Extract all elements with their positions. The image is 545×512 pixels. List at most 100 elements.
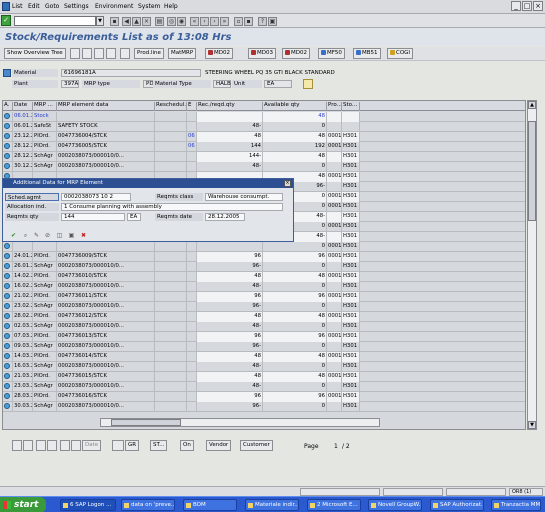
table-row[interactable]: 28.03.2006PlOrd.0047736016/STCK96960001H… (3, 392, 525, 402)
row-element-icon[interactable] (3, 282, 13, 292)
md02-button[interactable]: MD02 (205, 48, 233, 59)
find-icon[interactable]: ◎ (167, 17, 176, 26)
display-icon[interactable]: ◫ (55, 232, 64, 241)
row-element-icon[interactable] (3, 272, 13, 282)
task-materiale-indir[interactable]: Materiale indir... (245, 499, 299, 511)
col-reschedule[interactable]: Reschedul... (155, 102, 187, 111)
start-button[interactable]: start (0, 497, 46, 512)
row-element-icon[interactable] (3, 342, 13, 352)
table-row[interactable]: 23.12.2005PlOrd.0047736004/STCK064848000… (3, 132, 525, 142)
row-element-icon[interactable] (3, 132, 13, 142)
table-row[interactable]: 28.02.2006PlOrd.0047736012/STCK48480001H… (3, 312, 525, 322)
row-element-icon[interactable] (3, 252, 13, 262)
row-element-icon[interactable] (3, 352, 13, 362)
col-a[interactable]: A. (3, 102, 13, 111)
totals-icon[interactable] (60, 440, 70, 451)
table-row[interactable]: 21.02.2006PlOrd.0047736011/STCK96960001H… (3, 292, 525, 302)
vertical-scrollbar[interactable]: ▲ ▼ (527, 100, 537, 430)
menu-settings[interactable]: Settings (64, 3, 89, 10)
gr-button[interactable]: GR (125, 440, 140, 451)
edit-pencil-icon[interactable] (303, 79, 313, 89)
new-session-icon[interactable]: ▫ (234, 17, 243, 26)
mf50-button[interactable]: MF50 (318, 48, 345, 59)
vendor-button[interactable]: Vendor (206, 440, 232, 451)
confirm-icon[interactable]: ✔ (9, 232, 18, 241)
menu-list[interactable]: List (12, 3, 23, 10)
table-row[interactable]: 16.03.2006SchAgr0002038073/000010/0... 48… (3, 362, 525, 372)
col-rec-reqd-qty[interactable]: Rec./reqd.qty (197, 102, 263, 111)
task-novell-groupwise[interactable]: Novell GroupW... (368, 499, 422, 511)
table-row[interactable]: 23.03.2006SchAgr0002038073/000010/0... 48… (3, 382, 525, 392)
row-element-icon[interactable] (3, 292, 13, 302)
row-element-icon[interactable] (3, 262, 13, 272)
filter-icon[interactable] (23, 440, 33, 451)
menu-goto[interactable]: Goto (45, 3, 59, 10)
row-element-icon[interactable] (3, 322, 13, 332)
scroll-thumb[interactable] (528, 121, 536, 221)
exit-icon[interactable]: ▲ (132, 17, 141, 26)
table-row[interactable]: 28.12.2005PlOrd.0047736005/STCK 061441920… (3, 142, 525, 152)
row-element-icon[interactable] (3, 372, 13, 382)
edit-icon[interactable]: ✎ (32, 232, 41, 241)
copy-icon[interactable]: ▣ (67, 232, 76, 241)
table-row[interactable]: 14.03.2006PlOrd.0047736014/STCK48480001H… (3, 352, 525, 362)
layout-icon[interactable]: ▣ (268, 17, 277, 26)
row-element-icon[interactable] (3, 402, 13, 412)
table-row[interactable]: 06.01.2006SafeStSAFETY STOCK 48-0 (3, 122, 525, 132)
scroll-down-icon[interactable]: ▼ (528, 421, 536, 429)
customer-button[interactable]: Customer (240, 440, 273, 451)
close-icon[interactable]: × (533, 1, 543, 11)
next-page-icon[interactable]: › (210, 17, 219, 26)
maximize-icon[interactable]: □ (522, 1, 532, 11)
row-element-icon[interactable] (3, 152, 13, 162)
back-icon[interactable]: ◀ (122, 17, 131, 26)
refresh-icon[interactable] (70, 48, 80, 59)
other-material-icon[interactable] (120, 48, 130, 59)
task-data-on-prevent[interactable]: data on 'preve... (121, 499, 175, 511)
scroll-up-icon[interactable]: ▲ (528, 101, 536, 109)
table-row[interactable]: 30.03.2006SchAgr0002038073/000010/0... 96… (3, 402, 525, 412)
menu-system[interactable]: System (138, 3, 160, 10)
task-sap-logon[interactable]: 6 SAP Logon ... (60, 499, 116, 511)
table-row[interactable]: 28.12.2005SchAgr0002038073/000010/0... 14… (3, 152, 525, 162)
col-mrp-element-data[interactable]: MRP element data (57, 102, 155, 111)
st-button[interactable]: ST... (150, 440, 168, 451)
task-microsoft-excel[interactable]: 2 Microsoft E... (307, 499, 361, 511)
enter-icon[interactable]: ✓ (1, 15, 11, 26)
row-element-icon[interactable] (3, 142, 13, 152)
table-row[interactable]: 24.01.2006PlOrd.0047736009/STCK96960001H… (3, 252, 525, 262)
table-row[interactable]: 07.03.2006PlOrd.0047736013/STCK96960001H… (3, 332, 525, 342)
row-element-icon[interactable] (3, 312, 13, 322)
row-element-icon[interactable] (3, 302, 13, 312)
find-next-icon[interactable]: ◉ (177, 17, 186, 26)
save-icon[interactable]: ▪ (110, 17, 119, 26)
col-mrp[interactable]: MRP ... (33, 102, 57, 111)
print-list-icon[interactable] (71, 440, 81, 451)
cancel-icon[interactable]: ✖ (79, 232, 88, 241)
row-element-icon[interactable] (3, 122, 13, 132)
task-bom[interactable]: BOM (183, 499, 237, 511)
sap-menu-icon[interactable] (2, 2, 10, 11)
md02-second-button[interactable]: MD02 (282, 48, 310, 59)
col-e[interactable]: E (187, 102, 197, 111)
row-element-icon[interactable] (3, 162, 13, 172)
search-icon[interactable] (47, 440, 57, 451)
sort-icon[interactable] (36, 440, 46, 451)
cogi-button[interactable]: COGI (387, 48, 414, 59)
table-row[interactable]: 23.02.2006SchAgr0002038073/000010/0... 96… (3, 302, 525, 312)
popup-close-icon[interactable]: × (284, 180, 291, 187)
horizontal-scrollbar[interactable] (100, 418, 380, 427)
shortcut-icon[interactable]: ▪ (244, 17, 253, 26)
row-element-icon[interactable] (3, 392, 13, 402)
task-tranzactia-mm[interactable]: Tranzactia MM... (491, 499, 541, 511)
row-element-icon[interactable] (3, 332, 13, 342)
table-row[interactable]: 26.01.2006SchAgr0002038073/000010/0... 96… (3, 262, 525, 272)
table-row[interactable]: 21.03.2006PlOrd.0047736015/STCK48480001H… (3, 372, 525, 382)
cancel-icon[interactable]: × (142, 17, 151, 26)
collapse-icon[interactable] (106, 48, 116, 59)
row-element-icon[interactable] (3, 112, 13, 122)
prev-page-icon[interactable]: ‹ (200, 17, 209, 26)
col-available-qty[interactable]: Available qty (263, 102, 327, 111)
menu-edit[interactable]: Edit (28, 3, 40, 10)
details-icon[interactable]: ⌕ (21, 232, 30, 241)
